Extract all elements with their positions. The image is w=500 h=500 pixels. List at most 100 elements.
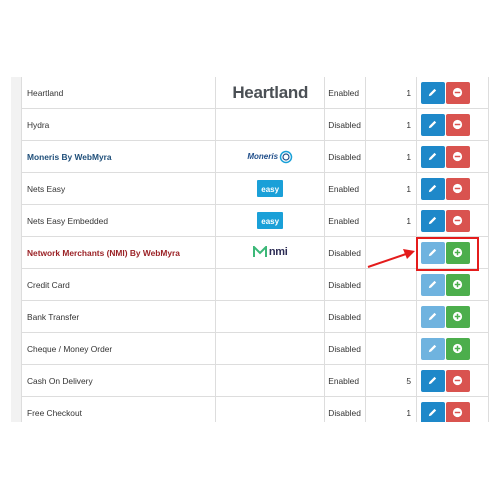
payment-name: Nets Easy Embedded <box>27 215 109 226</box>
minus-circle-icon <box>452 151 463 161</box>
payment-logo-cell <box>215 396 326 422</box>
payment-name: Bank Transfer <box>27 311 80 322</box>
edit-button[interactable] <box>421 401 446 422</box>
payment-name-cell: Cash On Delivery <box>20 364 217 397</box>
status-text: Enabled <box>328 87 360 98</box>
minus-circle-icon <box>452 183 463 193</box>
status-text: Disabled <box>328 119 361 130</box>
plus-circle-icon <box>452 311 463 321</box>
table-row: Hydra Disabled 1 <box>20 108 489 141</box>
sort-order: 1 <box>406 119 412 130</box>
edit-button[interactable] <box>421 145 446 168</box>
nmi-logo-text: nmi <box>268 245 288 258</box>
payment-name-cell: Cheque / Money Order <box>20 332 217 365</box>
pencil-icon <box>428 216 437 224</box>
action-cell <box>416 332 489 365</box>
payment-logo-cell: Heartland <box>215 77 326 109</box>
edit-button[interactable] <box>421 273 446 296</box>
payment-name: Credit Card <box>27 279 70 290</box>
sort-order: 1 <box>406 183 412 194</box>
table-row: Cheque / Money Order Disabled <box>20 332 489 365</box>
edit-button[interactable] <box>421 369 446 392</box>
sort-order-cell <box>365 332 418 365</box>
sort-order: 1 <box>406 151 412 162</box>
install-button[interactable] <box>446 273 471 296</box>
edit-button[interactable] <box>421 209 446 232</box>
uninstall-button[interactable] <box>446 177 471 200</box>
uninstall-button[interactable] <box>446 209 471 232</box>
nmi-mark-icon <box>252 245 267 257</box>
sort-order-cell: 1 <box>365 140 418 173</box>
sort-order: 1 <box>406 407 412 418</box>
status-cell: Enabled <box>324 172 367 205</box>
edit-button[interactable] <box>421 305 446 328</box>
uninstall-button[interactable] <box>446 369 471 392</box>
status-text: Enabled <box>328 375 360 386</box>
sort-order-cell: 5 <box>365 364 418 397</box>
arrow-annotation-icon <box>367 249 415 268</box>
payment-logo-cell: easy <box>215 172 326 205</box>
payment-name-link[interactable]: Network Merchants (NMI) By WebMyra <box>27 248 180 258</box>
status-cell: Disabled <box>324 396 367 422</box>
minus-circle-icon <box>452 119 463 129</box>
status-cell: Disabled <box>324 332 367 365</box>
action-cell <box>416 300 489 333</box>
edit-button[interactable] <box>421 337 446 360</box>
action-cell <box>416 140 489 173</box>
table-row: Free Checkout Disabled 1 <box>20 396 489 422</box>
payment-name-cell: Network Merchants (NMI) By WebMyra <box>20 236 217 269</box>
action-cell <box>416 204 489 237</box>
uninstall-button[interactable] <box>446 401 471 422</box>
moneris-logo-text: Moneris <box>247 152 279 161</box>
sort-order: 1 <box>406 215 412 226</box>
payment-name-cell: Free Checkout <box>20 396 217 422</box>
table-row: Credit Card Disabled <box>20 268 489 301</box>
plus-circle-icon <box>452 343 463 353</box>
payment-name: Moneris <box>27 151 60 162</box>
status-cell: Enabled <box>324 77 367 109</box>
payment-logo-cell: easy <box>215 204 326 237</box>
sort-order-cell: 1 <box>365 172 418 205</box>
install-button[interactable] <box>446 305 471 328</box>
pencil-icon <box>428 152 437 160</box>
status-cell: Disabled <box>324 140 367 173</box>
highlight-box <box>416 237 479 271</box>
sort-order-cell: 1 <box>365 204 418 237</box>
sort-order-cell: 1 <box>365 396 418 422</box>
uninstall-button[interactable] <box>446 113 471 136</box>
pencil-icon <box>428 184 437 192</box>
author-label: By WebMyra <box>61 151 112 162</box>
author-label: By WebMyra <box>129 247 180 258</box>
payment-name: Heartland <box>27 87 64 98</box>
pencil-icon <box>428 408 437 416</box>
table-row: Moneris By WebMyra Moneris Disabled 1 <box>20 140 489 173</box>
status-text: Disabled <box>328 311 361 322</box>
payment-name-cell: Nets Easy Embedded <box>20 204 217 237</box>
table-row: Cash On Delivery Enabled 5 <box>20 364 489 397</box>
uninstall-button[interactable] <box>446 81 471 104</box>
uninstall-button[interactable] <box>446 145 471 168</box>
edit-button[interactable] <box>421 81 446 104</box>
minus-circle-icon <box>452 87 463 97</box>
sort-order-cell: 1 <box>365 77 418 109</box>
install-button[interactable] <box>446 337 471 360</box>
sort-order: 5 <box>406 375 412 386</box>
nets-easy-logo-text: easy <box>261 185 280 194</box>
sort-order-cell <box>365 268 418 301</box>
heartland-logo: Heartland <box>232 82 309 102</box>
plus-circle-icon <box>452 279 463 289</box>
payment-name-link[interactable]: Moneris By WebMyra <box>27 152 112 162</box>
edit-button[interactable] <box>421 177 446 200</box>
payment-logo-cell <box>215 108 326 141</box>
status-cell: Disabled <box>324 300 367 333</box>
payment-name-cell: Credit Card <box>20 268 217 301</box>
sort-order-cell <box>365 300 418 333</box>
edit-button[interactable] <box>421 113 446 136</box>
action-cell <box>416 268 489 301</box>
action-cell <box>416 108 489 141</box>
status-cell: Disabled <box>324 108 367 141</box>
pencil-icon <box>428 120 437 128</box>
payment-logo-cell <box>215 332 326 365</box>
status-cell: Enabled <box>324 204 367 237</box>
action-cell <box>416 396 489 422</box>
